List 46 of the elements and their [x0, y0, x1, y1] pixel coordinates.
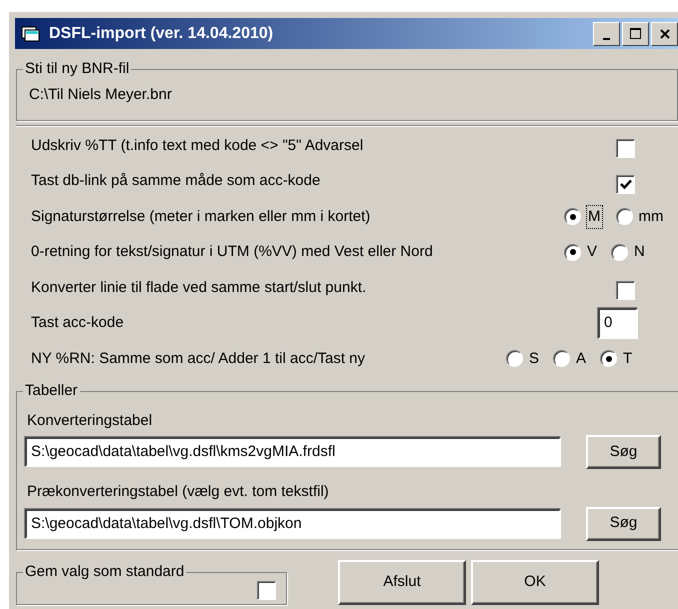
window-title: DSFL-import (ver. 14.04.2010) [49, 24, 274, 44]
field-label: Prækonverteringstabel (vælg evt. tom tekstfil) [27, 482, 330, 502]
number-field[interactable]: 0 [598, 308, 638, 339]
maximize-button[interactable] [622, 22, 649, 46]
field-label: Konverteringstabel [27, 410, 154, 430]
radio-button[interactable] [611, 244, 628, 261]
radio-button[interactable] [564, 208, 581, 226]
option-label: Udskriv %TT (t.info text med kode <> "5" Advarsel [30, 136, 364, 156]
option-label: Tast acc-kode [30, 313, 125, 333]
checkbox[interactable] [616, 174, 635, 194]
browse-button[interactable]: Søg [586, 506, 661, 540]
radio-button[interactable] [600, 350, 618, 368]
option-label: Konverter linie til flade ved samme start/slut punkt. [30, 278, 368, 298]
radio-label: N [634, 242, 645, 262]
minimize-icon [603, 38, 610, 40]
path-field[interactable]: S:\geocad\data\tabel\vg.dsfl\kms2vgMIA.frdsfl [25, 437, 561, 467]
group-label: Sti til ny BNR-fil [23, 60, 132, 78]
checkbox[interactable] [616, 139, 635, 158]
close-button[interactable] [651, 22, 678, 46]
minimize-button[interactable] [593, 22, 620, 46]
radio-button[interactable] [506, 350, 523, 368]
option-label: Tast db-link på samme måde som acc-kode [30, 171, 322, 191]
radio-label: S [529, 348, 540, 368]
option-label: NY %RN: Samme som acc/ Adder 1 til acc/Tast ny [30, 348, 366, 368]
radio-label: T [623, 348, 632, 368]
checkmark-icon [620, 178, 632, 190]
option-label: Signaturstørrelse (meter i marken eller mm i kortet) [30, 206, 372, 226]
ok-button[interactable]: OK [471, 560, 599, 604]
maximize-icon [628, 27, 642, 40]
checkbox[interactable] [616, 281, 635, 300]
browse-button[interactable]: Søg [586, 435, 661, 469]
radio-label: mm [638, 206, 664, 226]
radio-label: V [587, 242, 598, 262]
checkbox[interactable] [257, 580, 276, 600]
radio-button[interactable] [564, 244, 581, 261]
radio-label: A [576, 348, 586, 368]
path-field[interactable]: S:\geocad\data\tabel\vg.dsfl\TOM.objkon [25, 508, 561, 538]
option-label: 0-retning for tekst/signatur i UTM (%VV) med Vest eller Nord [30, 242, 434, 262]
file-path: C:\Til Niels Meyer.bnr [29, 85, 173, 105]
close-icon [658, 28, 670, 40]
radio-label: M [587, 206, 602, 228]
app-icon [21, 24, 41, 42]
close-button[interactable]: Afslut [338, 560, 466, 604]
radio-button[interactable] [616, 208, 632, 226]
radio-button[interactable] [553, 350, 570, 368]
group-label: Gem valg som standard [23, 562, 186, 580]
